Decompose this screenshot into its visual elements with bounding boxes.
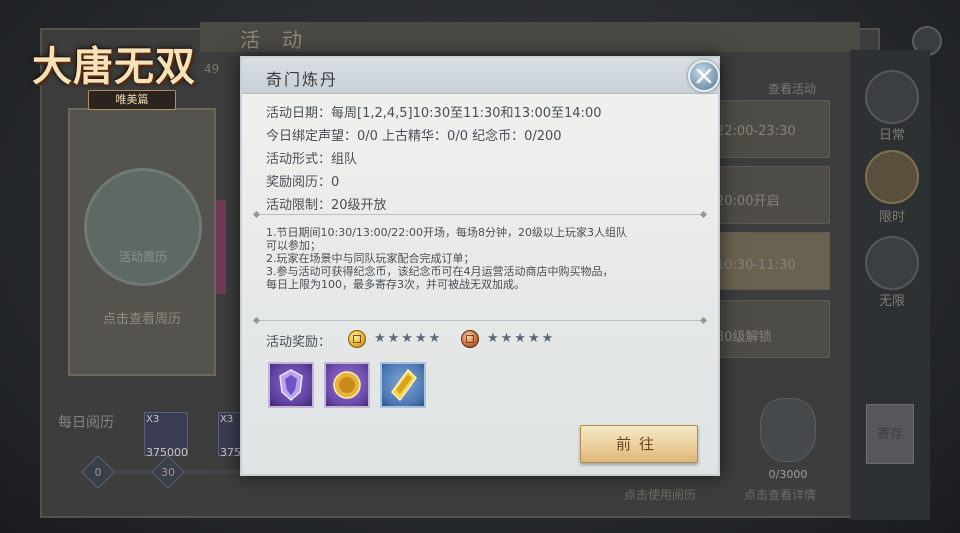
progress-node-label: 0	[94, 466, 102, 479]
calendar-icon	[84, 168, 202, 286]
section-divider	[256, 214, 704, 215]
dialog-header: 奇门炼丹	[242, 58, 718, 94]
tab-infinite[interactable]: 无限	[858, 290, 926, 309]
reward-label: 活动奖励：	[266, 335, 332, 350]
calendar-circle-label: 活动周历	[118, 250, 167, 264]
daily-tab-icon[interactable]	[865, 70, 919, 124]
reward-item-count: X3	[146, 414, 160, 425]
activity-date: 活动日期：每周[1,2,4,5]10:30至11:30和13:00至14:00	[266, 106, 602, 121]
description-line: 2.玩家在场景中与同队玩家配合完成订单；	[266, 252, 475, 265]
view-activity-link[interactable]: 查看活动	[768, 80, 816, 97]
dialog-close-button[interactable]	[688, 60, 720, 92]
activity-level-limit: 活动限制：20级开放	[266, 198, 387, 213]
description-line: 1.节日期间10:30/13:00/22:00开场，每场8分钟，20级以上玩家3…	[266, 226, 628, 239]
logo-subtitle: 唯美篇	[88, 90, 176, 110]
crystal-shield-glyph	[279, 369, 303, 402]
copper-coin-stars: ★★★★★	[487, 331, 556, 346]
progress-node-label: 30	[161, 466, 175, 479]
activity-row-time: 22:00-23:30	[716, 124, 796, 139]
activity-row-time: 10:30-11:30	[716, 258, 796, 273]
daily-experience-label: 每日阅历	[58, 415, 114, 431]
activity-detail-dialog: 奇门炼丹 活动日期：每周[1,2,4,5]10:30至11:30和13:00至1…	[240, 56, 720, 476]
description-line: 3.参与活动可获得纪念币，该纪念币可在4月运营活动商店中购买物品，	[266, 265, 614, 278]
limited-tab-icon[interactable]	[865, 150, 919, 204]
activity-row-time: 30级解锁	[716, 330, 772, 345]
game-logo: 大唐无双 唯美篇	[14, 18, 224, 110]
logo-title: 大唐无双	[32, 43, 196, 90]
view-details-link[interactable]: 点击查看详情	[744, 486, 816, 503]
gold-medallion-icon[interactable]	[324, 362, 370, 408]
gem-glyph	[391, 368, 417, 402]
store-button[interactable]: 寄存	[866, 404, 914, 464]
medallion-glyph	[333, 371, 361, 399]
activity-progress: 今日绑定声望：0/0 上古精华：0/0 纪念币：0/200	[266, 129, 562, 144]
selected-row-marker	[216, 200, 226, 294]
view-calendar-label: 点击查看周历	[102, 312, 181, 327]
experience-bottle-icon[interactable]	[760, 398, 816, 462]
activity-row-time: 20:00开启	[716, 194, 780, 209]
activity-panel-title: 活动	[240, 28, 324, 52]
dialog-title: 奇门炼丹	[266, 70, 339, 89]
close-icon	[696, 68, 712, 84]
activity-form: 活动形式：组队	[266, 152, 358, 167]
reward-item-value: 375	[220, 446, 241, 459]
infinite-tab-icon[interactable]	[865, 236, 919, 290]
purple-crystal-shield-icon[interactable]	[268, 362, 314, 408]
activity-experience-reward: 奖励阅历：0	[266, 175, 340, 190]
go-button[interactable]: 前往	[580, 425, 698, 463]
tab-limited[interactable]: 限时	[858, 206, 926, 225]
gold-coin-icon[interactable]	[348, 330, 366, 348]
reward-item-count: X3	[220, 414, 234, 425]
use-experience-link[interactable]: 点击使用阅历	[624, 486, 696, 503]
gold-coin-stars: ★★★★★	[374, 331, 443, 346]
bottle-value: 0/3000	[768, 468, 808, 481]
yellow-gem-icon[interactable]	[380, 362, 426, 408]
reward-item-value: 375000	[146, 446, 188, 459]
tab-daily[interactable]: 日常	[858, 124, 926, 143]
description-line: 每日上限为100，最多寄存3次，并可被战无双加成。	[266, 278, 525, 291]
section-divider	[256, 320, 704, 321]
copper-coin-icon[interactable]	[461, 330, 479, 348]
description-line: 可以参加；	[266, 239, 321, 252]
